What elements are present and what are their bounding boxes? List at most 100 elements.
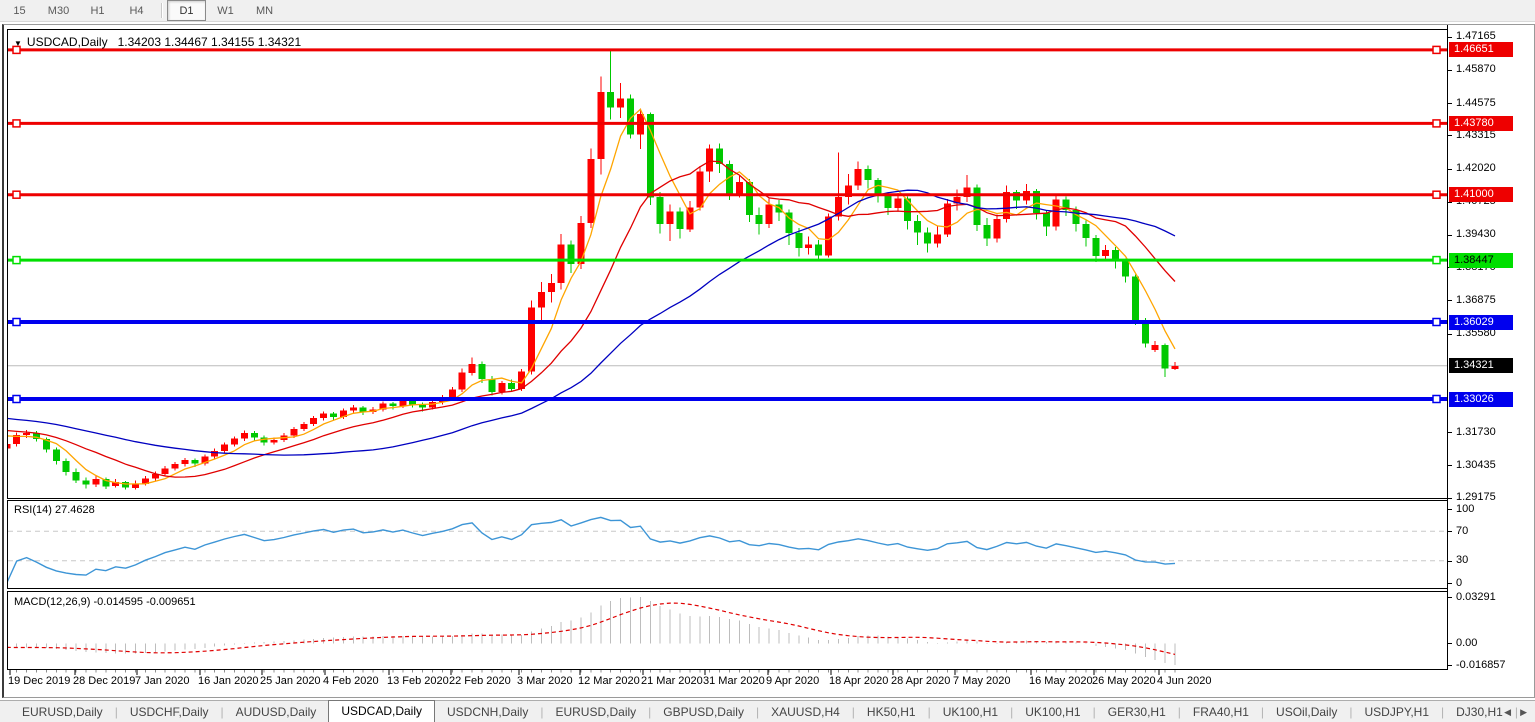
tab-usdcnh-daily[interactable]: USDCNH,Daily	[435, 702, 540, 722]
timeframe-toolbar: 15M30H1H4 D1W1MN	[0, 0, 1535, 22]
tab-uk100-h1[interactable]: UK100,H1	[931, 702, 1010, 722]
hline-handle[interactable]	[1433, 46, 1440, 53]
macd-axis-tick	[1448, 665, 1452, 666]
price-axis-tick	[1448, 37, 1452, 38]
timeframe-button-h4[interactable]: H4	[117, 0, 156, 21]
rsi-current-value: 27.4628	[55, 504, 95, 516]
date-axis-label: 19 Dec 2019	[8, 675, 70, 687]
date-axis-label: 3 Mar 2020	[517, 675, 573, 687]
price-badge: 1.33026	[1449, 392, 1513, 407]
date-axis-label: 12 Mar 2020	[578, 675, 640, 687]
chart-symbol: USDCAD,Daily	[27, 35, 108, 49]
tab-gbpusd-daily[interactable]: GBPUSD,Daily	[651, 702, 756, 722]
rsi-axis-tick	[1448, 509, 1452, 510]
macd-label: MACD(12,26,9) -0.014595 -0.009651	[14, 596, 196, 608]
hline-handle[interactable]	[1433, 191, 1440, 198]
timeframe-button-h1[interactable]: H1	[78, 0, 117, 21]
tab-uk100-h1[interactable]: UK100,H1	[1013, 702, 1092, 722]
date-axis-label: 16 Jan 2020	[198, 675, 259, 687]
tab-usoil-daily[interactable]: USOil,Daily	[1264, 702, 1349, 722]
toolbar-separator	[161, 3, 162, 18]
timeframe-button-m30[interactable]: M30	[39, 0, 78, 21]
hline-handle[interactable]	[1433, 120, 1440, 127]
price-axis-tick	[1448, 432, 1452, 433]
tab-usdjpy-h1[interactable]: USDJPY,H1	[1353, 702, 1441, 722]
macd-current-values: -0.014595 -0.009651	[93, 596, 195, 608]
date-axis-label: 7 May 2020	[953, 675, 1010, 687]
price-badge: 1.36029	[1449, 315, 1513, 330]
tab-audusd-daily[interactable]: AUDUSD,Daily	[224, 702, 329, 722]
timeframe-button-mn[interactable]: MN	[245, 0, 284, 21]
hline-handle[interactable]	[13, 319, 20, 326]
price-axis-tick	[1448, 300, 1452, 301]
price-axis-label: 1.30435	[1456, 459, 1496, 471]
price-axis-tick	[1448, 334, 1452, 335]
hline-handle[interactable]	[13, 396, 20, 403]
date-axis-label: 9 Apr 2020	[766, 675, 819, 687]
price-axis-label: 1.31730	[1456, 426, 1496, 438]
tab-usdcad-daily[interactable]: USDCAD,Daily	[328, 700, 435, 722]
price-badge: 1.38447	[1449, 253, 1513, 268]
price-axis-label: 1.42020	[1456, 162, 1496, 174]
date-axis-label: 31 Mar 2020	[703, 675, 765, 687]
date-axis-label: 28 Dec 2019	[73, 675, 135, 687]
tab-ger30-h1[interactable]: GER30,H1	[1096, 702, 1178, 722]
tab-eurusd-daily[interactable]: EURUSD,Daily	[10, 702, 115, 722]
date-axis-label: 4 Jun 2020	[1157, 675, 1211, 687]
hline-handle[interactable]	[1433, 396, 1440, 403]
price-axis-tick	[1448, 169, 1452, 170]
price-badge: 1.43780	[1449, 116, 1513, 131]
timeframe-button-d1[interactable]: D1	[167, 0, 206, 21]
price-badge: 1.41000	[1449, 187, 1513, 202]
date-axis-label: 16 May 2020	[1029, 675, 1093, 687]
date-axis-label: 21 Mar 2020	[641, 675, 703, 687]
rsi-panel-canvas[interactable]	[7, 500, 1448, 589]
hline-handle[interactable]	[13, 257, 20, 264]
date-axis-label: 26 May 2020	[1092, 675, 1156, 687]
timeframe-button-15[interactable]: 15	[0, 0, 39, 21]
rsi-line	[7, 517, 1175, 583]
rsi-axis-label: 100	[1456, 503, 1474, 515]
tab-hk50-h1[interactable]: HK50,H1	[855, 702, 928, 722]
main-chart-canvas[interactable]	[7, 29, 1448, 499]
rsi-axis-label: 70	[1456, 525, 1468, 537]
price-axis-tick	[1448, 498, 1452, 499]
date-axis-label: 13 Feb 2020	[387, 675, 449, 687]
tab-eurusd-daily[interactable]: EURUSD,Daily	[543, 702, 648, 722]
price-axis-label: 1.29175	[1456, 491, 1496, 503]
timeframe-button-w1[interactable]: W1	[206, 0, 245, 21]
hline-handle[interactable]	[13, 120, 20, 127]
date-axis-label: 7 Jan 2020	[135, 675, 189, 687]
date-axis-label: 25 Jan 2020	[260, 675, 321, 687]
chart-ohlc-values: 1.34203 1.34467 1.34155 1.34321	[118, 35, 302, 49]
chevron-down-icon[interactable]: ▼	[14, 39, 22, 48]
price-axis-label: 1.45870	[1456, 63, 1496, 75]
date-axis-label: 18 Apr 2020	[829, 675, 888, 687]
rsi-axis-tick	[1448, 583, 1452, 584]
rsi-label: RSI(14) 27.4628	[14, 504, 95, 516]
date-axis-label: 22 Feb 2020	[449, 675, 511, 687]
date-axis-label: 4 Feb 2020	[323, 675, 379, 687]
rsi-axis-label: 30	[1456, 554, 1468, 566]
tab-scroll-left-icon[interactable]: ◀	[1504, 707, 1511, 717]
hline-handle[interactable]	[1433, 257, 1440, 264]
tab-scroll-arrows: ◀▶	[1495, 701, 1527, 722]
chart-tabs-bar: EURUSD,Daily|USDCHF,Daily|AUDUSD,DailyUS…	[0, 700, 1535, 722]
tab-usdchf-daily[interactable]: USDCHF,Daily	[118, 702, 221, 722]
hline-handle[interactable]	[1433, 319, 1440, 326]
hline-handle[interactable]	[13, 191, 20, 198]
price-axis-label: 1.47165	[1456, 30, 1496, 42]
macd-axis-label: -0.016857	[1456, 659, 1506, 671]
rsi-axis-tick	[1448, 531, 1452, 532]
rsi-axis-tick	[1448, 561, 1452, 562]
tab-scroll-right-icon[interactable]: ▶	[1520, 707, 1527, 717]
macd-axis-tick	[1448, 597, 1452, 598]
tab-xauusd-h4[interactable]: XAUUSD,H4	[759, 702, 852, 722]
price-axis-tick	[1448, 135, 1452, 136]
rsi-axis-label: 0	[1456, 577, 1462, 589]
price-axis-label: 1.36875	[1456, 294, 1496, 306]
price-axis-tick	[1448, 465, 1452, 466]
macd-panel-canvas[interactable]	[7, 591, 1448, 670]
tab-fra40-h1[interactable]: FRA40,H1	[1181, 702, 1261, 722]
mt4-window: 15M30H1H4 D1W1MN ▼ USDCAD,Daily 1.34203 1.3…	[0, 0, 1535, 722]
